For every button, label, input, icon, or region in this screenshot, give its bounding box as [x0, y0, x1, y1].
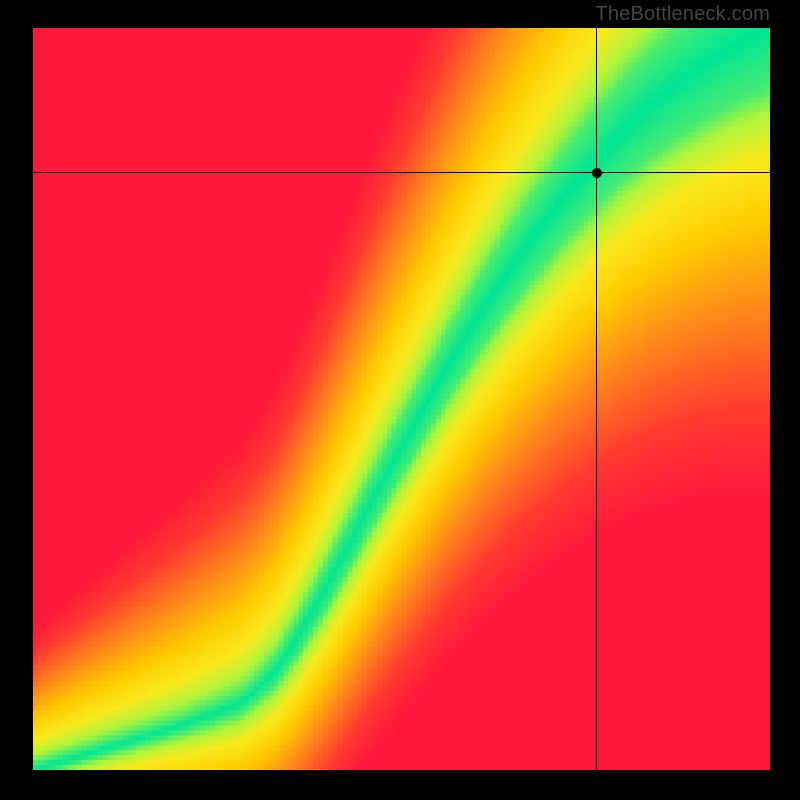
crosshair-horizontal: [33, 172, 770, 173]
heatmap-plot: [33, 28, 770, 770]
crosshair-vertical: [596, 28, 597, 770]
marker-dot: [592, 168, 602, 178]
heatmap-canvas: [33, 28, 770, 770]
chart-frame: TheBottleneck.com: [0, 0, 800, 800]
watermark-text: TheBottleneck.com: [595, 3, 770, 26]
